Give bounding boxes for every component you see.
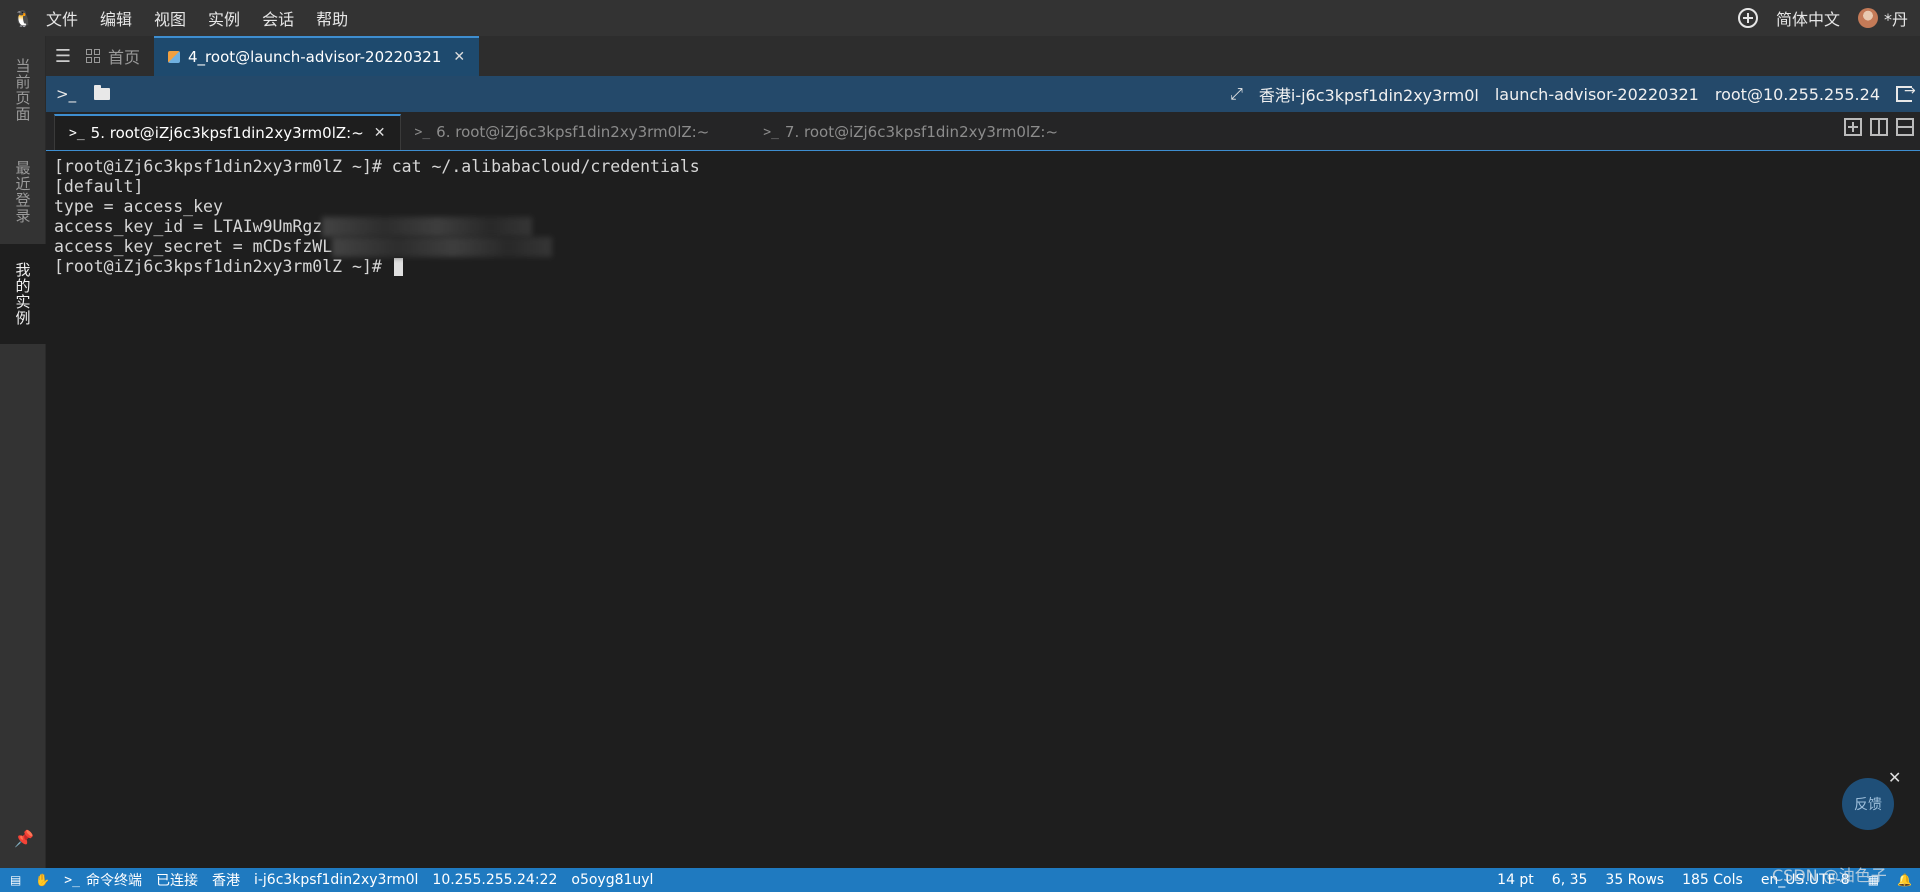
menu-help[interactable]: 帮助 [316, 6, 348, 30]
terminal-line: access_key_secret = mCDsfzWL [54, 237, 1912, 257]
terminal-cursor [393, 258, 403, 276]
status-bar: ▤ ✋ >_ 命令终端 已连接 香港 i-j6c3kpsf1din2xy3rm0… [0, 868, 1920, 892]
status-cols: 185 Cols [1682, 872, 1743, 888]
sidebar: 当前页面 最近登录 我的实例 📌 [0, 36, 46, 868]
mode-icon-prompt: >_ [64, 872, 80, 888]
status-cursor-pos: 6, 35 [1551, 872, 1588, 888]
instance-name: launch-advisor-20220321 [1494, 84, 1699, 104]
logout-icon[interactable] [1896, 83, 1916, 102]
sidebar-item-label: 我的实例 [13, 262, 32, 326]
terminal-icon[interactable]: >_ [56, 85, 76, 103]
split-controls [1844, 118, 1914, 136]
subtab-6[interactable]: >_ 6. root@iZj6c3kpsf1din2xy3rm0lZ:~ [401, 114, 724, 150]
status-font-size[interactable]: 14 pt [1497, 872, 1534, 888]
sidebar-item-label: 最近登录 [13, 160, 32, 224]
redacted-blur [332, 237, 553, 257]
close-icon[interactable]: ✕ [453, 49, 465, 65]
menu-edit[interactable]: 编辑 [100, 6, 132, 30]
terminal-line: [default] [54, 177, 144, 196]
watermark: CSDN @油色子 [1772, 866, 1887, 885]
user-menu[interactable]: *丹 [1857, 6, 1908, 30]
prompt-icon: >_ [763, 124, 779, 140]
terminal-line: access_key_id = LTAIw9UmRgz [54, 217, 1912, 237]
terminal-line: [root@iZj6c3kpsf1din2xy3rm0lZ ~]# [54, 257, 1912, 277]
sidebar-item-recent-logins[interactable]: 最近登录 [0, 142, 46, 242]
terminal-line: type = access_key [54, 197, 223, 216]
subtab-5[interactable]: >_ 5. root@iZj6c3kpsf1din2xy3rm0lZ:~ ✕ [54, 114, 401, 150]
subtab-label: 6. root@iZj6c3kpsf1din2xy3rm0lZ:~ [436, 123, 710, 141]
close-icon[interactable]: ✕ [374, 125, 386, 141]
prompt-icon: >_ [414, 124, 431, 140]
status-left: ▤ ✋ >_ 命令终端 已连接 香港 i-j6c3kpsf1din2xy3rm0… [0, 870, 653, 890]
status-connection: 已连接 [155, 873, 198, 889]
menu-toggle-icon[interactable]: ☰ [46, 36, 80, 76]
menu-instance[interactable]: 实例 [208, 6, 240, 30]
terminal-output[interactable]: [root@iZj6c3kpsf1din2xy3rm0lZ ~]# cat ~/… [46, 150, 1920, 868]
subtab-label: 5. root@iZj6c3kpsf1din2xy3rm0lZ:~ [90, 124, 364, 142]
layout-icon[interactable]: ▤ [10, 873, 21, 887]
sidebar-item-my-instances[interactable]: 我的实例 [0, 244, 46, 344]
status-mode: 命令终端 [85, 873, 142, 889]
split-vertical-icon[interactable] [1870, 118, 1888, 136]
language-selector[interactable]: 简体中文 [1776, 6, 1840, 30]
new-terminal-icon[interactable] [1844, 118, 1862, 136]
menu-session[interactable]: 会话 [262, 6, 294, 30]
status-instance-id: i-j6c3kpsf1din2xy3rm0l [253, 872, 419, 888]
status-rows: 35 Rows [1605, 872, 1665, 888]
tab-session[interactable]: 4_root@launch-advisor-20220321 ✕ [154, 36, 480, 76]
tab-session-label: 4_root@launch-advisor-20220321 [188, 48, 442, 66]
status-region: 香港 [211, 873, 240, 889]
menu-bar: 🐧 文件 编辑 视图 实例 会话 帮助 简体中文 *丹 [0, 0, 1920, 36]
split-horizontal-icon[interactable] [1896, 118, 1914, 136]
linux-logo-icon: 🐧 [13, 8, 33, 28]
terminal-toolbar: >_ ⤢ 香港i-j6c3kpsf1din2xy3rm0l launch-adv… [46, 76, 1920, 112]
fullscreen-icon[interactable]: ⤢ [1230, 84, 1243, 104]
tab-home[interactable]: 首页 [80, 36, 154, 76]
session-icon [168, 51, 181, 63]
menu-file[interactable]: 文件 [46, 6, 78, 30]
bell-icon[interactable]: 🔔 [1897, 873, 1912, 887]
close-icon[interactable]: ✕ [1888, 768, 1901, 787]
toolbar-info: ⤢ 香港i-j6c3kpsf1din2xy3rm0l launch-adviso… [1230, 76, 1916, 112]
region-instance: 香港i-j6c3kpsf1din2xy3rm0l [1258, 86, 1479, 105]
grid-icon [86, 49, 100, 63]
redacted-blur [322, 217, 533, 237]
prompt-icon: >_ [69, 125, 85, 141]
session-tab-bar: ☰ 首页 4_root@launch-advisor-20220321 ✕ [46, 36, 1920, 76]
menu-view[interactable]: 视图 [154, 6, 186, 30]
login-info: root@10.255.255.24 [1714, 84, 1880, 104]
tab-home-label: 首页 [108, 48, 141, 67]
terminal-line: [root@iZj6c3kpsf1din2xy3rm0lZ ~]# cat ~/… [54, 157, 700, 176]
folder-icon[interactable] [94, 85, 111, 100]
terminal-subtabs: >_ 5. root@iZj6c3kpsf1din2xy3rm0lZ:~ ✕ >… [46, 112, 1920, 150]
avatar [1857, 8, 1878, 28]
subtab-7[interactable]: >_ 7. root@iZj6c3kpsf1din2xy3rm0lZ:~ [749, 114, 1072, 150]
sidebar-item-label: 当前页面 [13, 58, 32, 122]
pin-icon[interactable]: 📌 [14, 829, 34, 848]
feedback-button[interactable]: 反馈 [1842, 778, 1894, 830]
hand-icon[interactable]: ✋ [35, 873, 50, 887]
status-session-id: o5oyg81uyl [571, 872, 654, 888]
terminal-app: 🐧 文件 编辑 视图 实例 会话 帮助 简体中文 *丹 当前页面 最近登录 我的… [0, 0, 1920, 892]
user-name: *丹 [1883, 10, 1908, 29]
menubar-right: 简体中文 *丹 [1737, 0, 1908, 36]
status-address: 10.255.255.24:22 [432, 872, 558, 888]
add-circle-icon[interactable] [1737, 8, 1758, 28]
subtab-label: 7. root@iZj6c3kpsf1din2xy3rm0lZ:~ [784, 123, 1059, 141]
sidebar-item-current-page[interactable]: 当前页面 [0, 40, 46, 140]
